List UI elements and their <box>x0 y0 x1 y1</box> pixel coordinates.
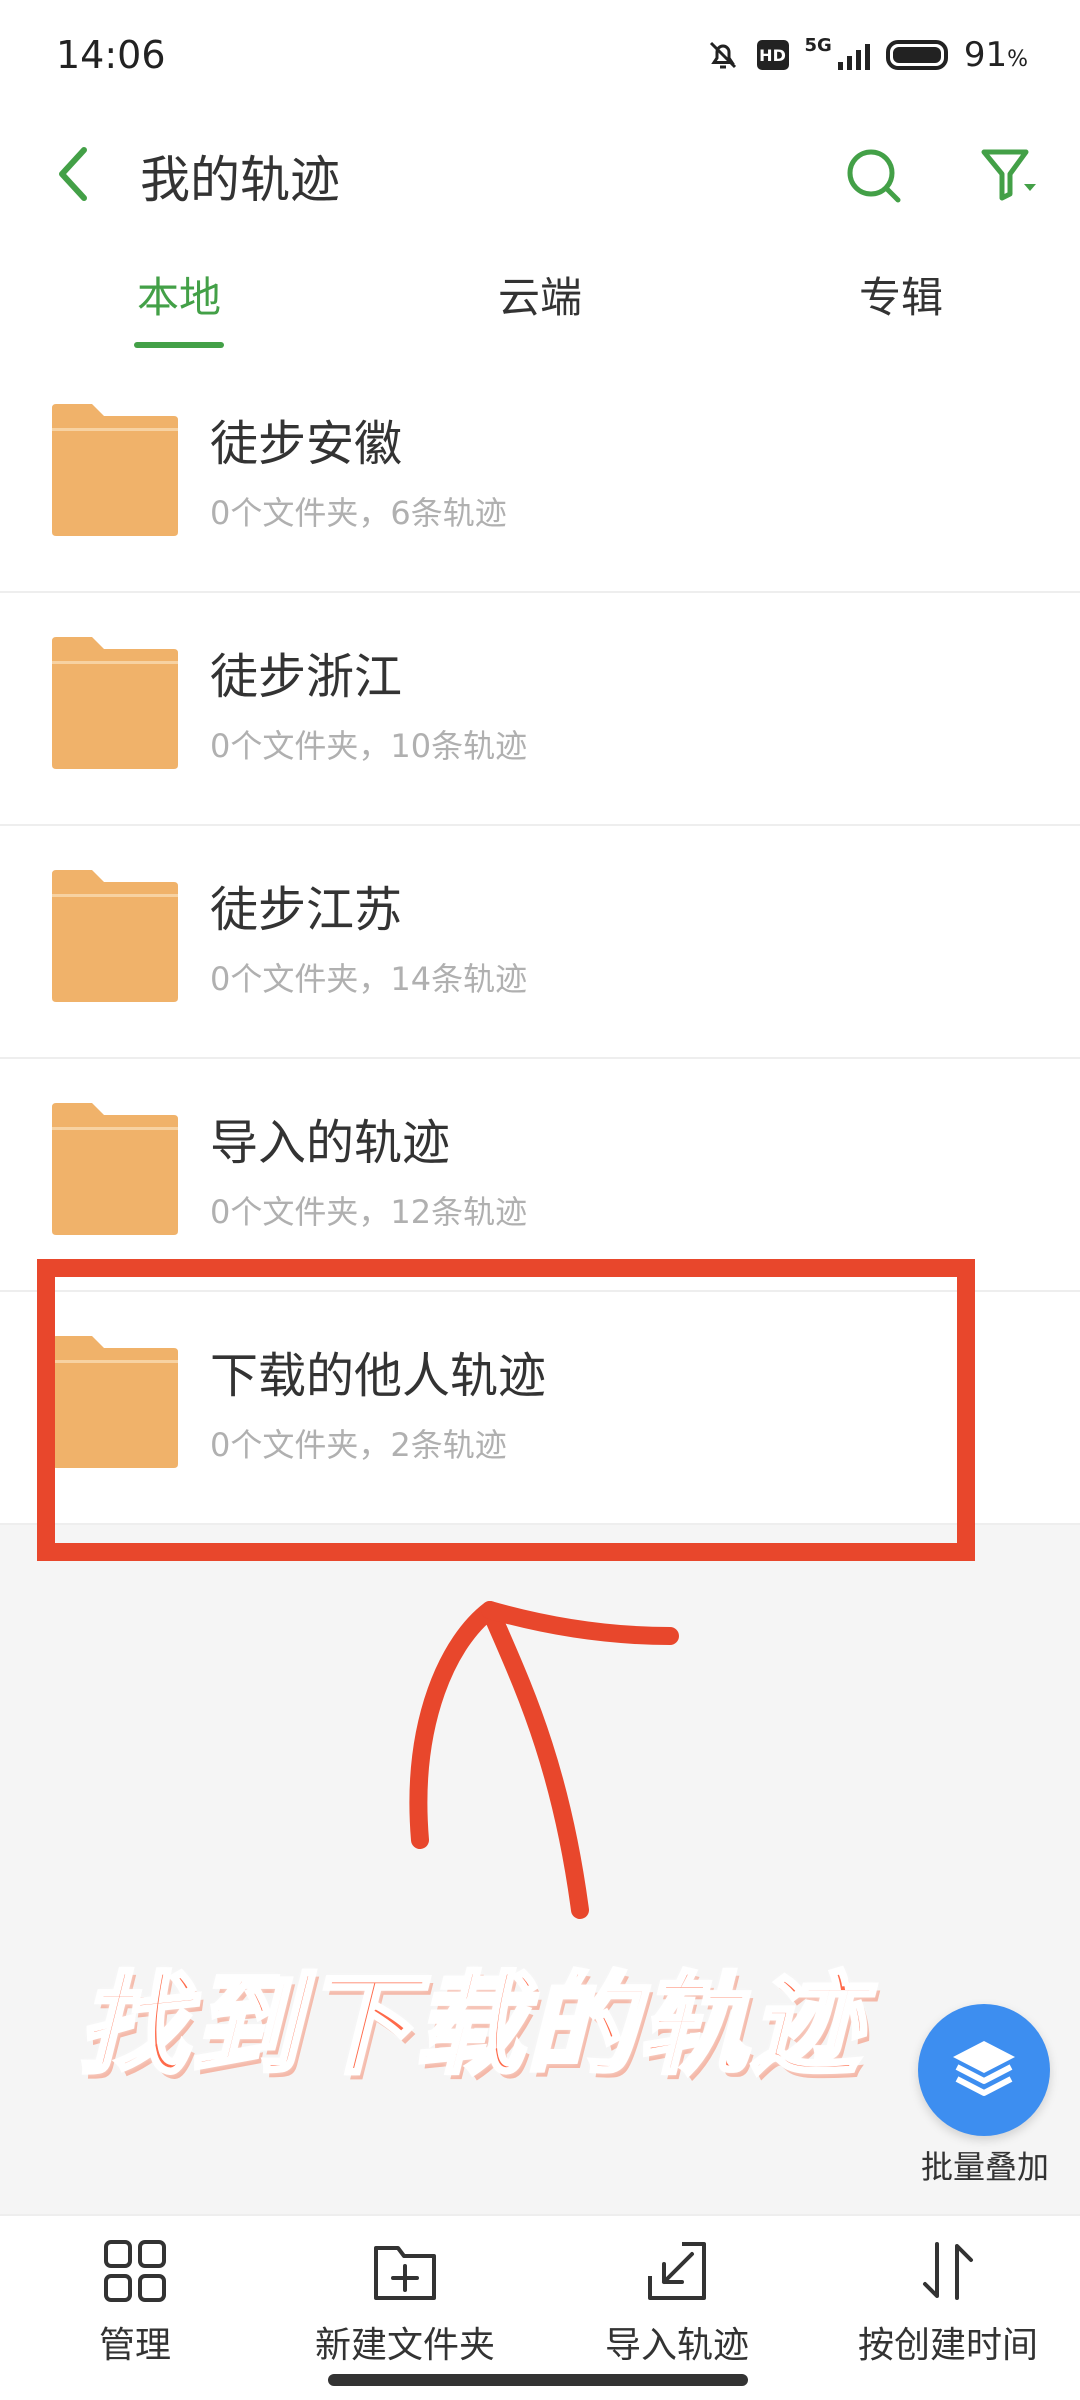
folder-meta: 0个文件夹，2条轨迹 <box>210 1426 507 1464</box>
battery-level: 91% <box>963 35 1028 75</box>
folder-icon <box>52 637 178 769</box>
page-title: 我的轨迹 <box>140 151 340 209</box>
folder-meta: 0个文件夹，6条轨迹 <box>210 494 507 532</box>
folder-list: 徒步安徽 0个文件夹，6条轨迹 徒步浙江 0个文件夹，10条轨迹 徒步江苏 0个… <box>0 360 1080 1525</box>
mute-bell-icon <box>709 41 736 69</box>
tab-album[interactable]: 专辑 <box>859 264 943 325</box>
home-indicator[interactable] <box>328 2374 748 2386</box>
folder-name: 徒步江苏 <box>210 882 403 938</box>
new-folder-button[interactable]: 新建文件夹 <box>280 2236 530 2368</box>
bottom-toolbar: 管理 新建文件夹 导入轨迹 按创建时间 <box>0 2214 1080 2400</box>
status-time: 14:06 <box>56 33 166 77</box>
folder-name: 徒步安徽 <box>210 416 403 472</box>
folder-icon <box>52 1103 178 1235</box>
filter-icon[interactable] <box>976 142 1042 208</box>
folder-name: 下载的他人轨迹 <box>210 1348 547 1404</box>
status-icons: HD 5G 91% <box>705 35 1028 75</box>
import-track-button[interactable]: 导入轨迹 <box>552 2236 802 2368</box>
sort-by-time-button[interactable]: 按创建时间 <box>823 2236 1073 2368</box>
import-track-label: 导入轨迹 <box>604 2325 749 2366</box>
folder-meta: 0个文件夹，14条轨迹 <box>210 960 528 998</box>
folder-name: 徒步浙江 <box>210 649 403 705</box>
folder-item[interactable]: 徒步江苏 0个文件夹，14条轨迹 <box>0 826 1080 1059</box>
network-type: 5G <box>804 35 832 56</box>
sort-icon <box>923 2242 973 2300</box>
folder-icon <box>52 870 178 1002</box>
chevron-left-icon[interactable] <box>46 144 106 204</box>
folder-icon <box>52 1336 178 1468</box>
folder-item[interactable]: 导入的轨迹 0个文件夹，12条轨迹 <box>0 1059 1080 1292</box>
new-folder-icon <box>374 2246 436 2300</box>
grid-icon <box>104 2240 166 2302</box>
import-icon <box>648 2242 706 2300</box>
folder-item[interactable]: 徒步浙江 0个文件夹，10条轨迹 <box>0 593 1080 826</box>
battery-icon <box>885 40 948 70</box>
batch-overlay-button[interactable] <box>918 2004 1050 2136</box>
layers-icon <box>953 2041 1015 2096</box>
tab-active-indicator <box>134 342 224 348</box>
tab-cloud[interactable]: 云端 <box>498 264 582 325</box>
hd-badge: HD <box>756 40 789 70</box>
folder-item[interactable]: 徒步安徽 0个文件夹，6条轨迹 <box>0 360 1080 593</box>
annotation-caption: 找到下载的轨迹 <box>76 1959 862 2091</box>
folder-meta: 0个文件夹，12条轨迹 <box>210 1193 528 1231</box>
manage-button[interactable]: 管理 <box>10 2236 260 2368</box>
sort-by-time-label: 按创建时间 <box>857 2325 1038 2366</box>
folder-name: 导入的轨迹 <box>210 1115 451 1171</box>
status-bar: 14:06 HD 5G 91% <box>0 0 1080 110</box>
tab-local[interactable]: 本地 <box>137 264 221 325</box>
folder-icon <box>52 404 178 536</box>
new-folder-label: 新建文件夹 <box>314 2325 495 2366</box>
folder-item[interactable]: 下载的他人轨迹 0个文件夹，2条轨迹 <box>0 1292 1080 1525</box>
tab-bar: 本地 云端 专辑 <box>0 250 1080 350</box>
folder-meta: 0个文件夹，10条轨迹 <box>210 727 528 765</box>
annotation-arrow-stroke <box>481 1601 679 1645</box>
annotation-arrow <box>409 1601 589 1919</box>
app-header: 我的轨迹 <box>0 120 1080 230</box>
batch-overlay-label: 批量叠加 <box>920 2148 1049 2186</box>
search-icon[interactable] <box>840 142 906 208</box>
signal-icon <box>837 40 870 70</box>
manage-label: 管理 <box>98 2325 171 2366</box>
